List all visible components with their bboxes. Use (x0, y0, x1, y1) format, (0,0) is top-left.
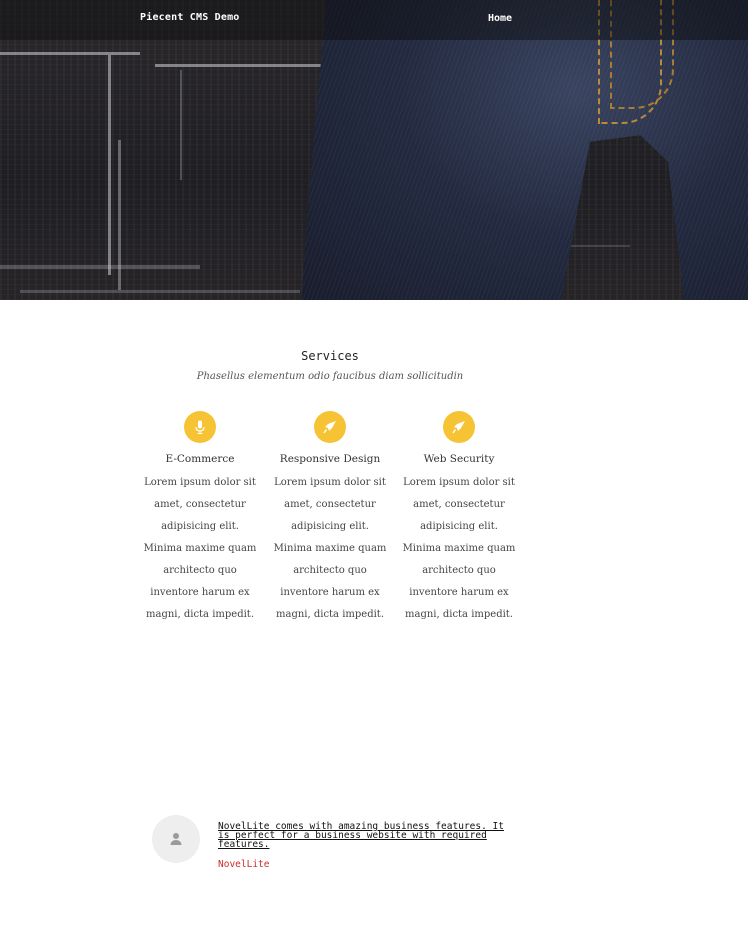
microphone-icon (184, 411, 216, 443)
service-description: Lorem ipsum dolor sit amet, consectetur … (402, 477, 516, 620)
testimonial-quote: NovelLite comes with amazing business fe… (218, 821, 504, 850)
service-card-responsive-design: Responsive Design Lorem ipsum dolor sit … (271, 411, 389, 626)
chalk-line (20, 290, 300, 293)
header-bar (0, 0, 748, 40)
avatar (152, 815, 200, 863)
services-title: Services (301, 349, 359, 363)
chalk-line (180, 70, 182, 180)
service-description: Lorem ipsum dolor sit amet, consectetur … (143, 477, 257, 620)
chalk-line (108, 55, 111, 275)
chalk-line (570, 245, 630, 247)
hero-banner (0, 0, 748, 300)
service-name: Responsive Design (279, 453, 381, 465)
rocket-icon (443, 411, 475, 443)
chalk-line (0, 52, 140, 55)
services-subtitle: Phasellus elementum odio faucibus diam s… (196, 371, 464, 382)
service-card-ecommerce: E-Commerce Lorem ipsum dolor sit amet, c… (141, 411, 259, 626)
chalk-line (155, 64, 325, 67)
testimonial-author-link[interactable]: NovelLite (218, 859, 269, 870)
jeans-photo (300, 0, 748, 300)
service-name: Web Security (423, 453, 495, 465)
site-brand[interactable]: Piecent CMS Demo (140, 12, 240, 23)
chalk-line (0, 265, 200, 269)
service-card-web-security: Web Security Lorem ipsum dolor sit amet,… (400, 411, 518, 626)
user-icon (170, 833, 182, 845)
testimonial: NovelLite comes with amazing business fe… (152, 815, 532, 875)
nav-home-link[interactable]: Home (488, 13, 512, 24)
service-description: Lorem ipsum dolor sit amet, consectetur … (273, 477, 387, 620)
service-name: E-Commerce (165, 453, 235, 465)
rocket-icon (314, 411, 346, 443)
